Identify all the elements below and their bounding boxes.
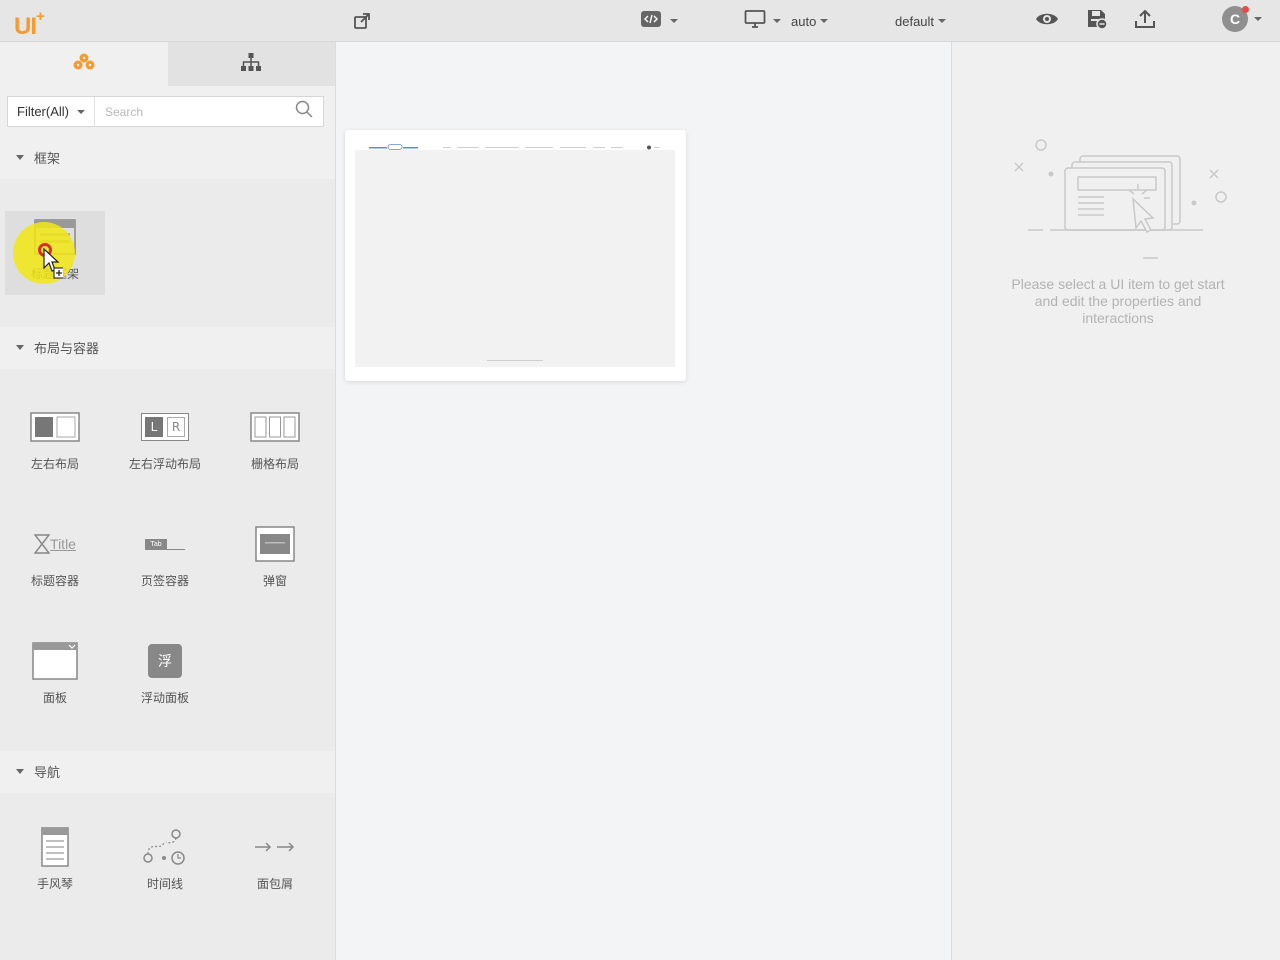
device-label: auto: [791, 13, 817, 29]
properties-panel: Please select a UI item to get start and…: [951, 42, 1280, 960]
top-toolbar: UI+ auto default C: [0, 0, 1280, 42]
monitor-icon: [744, 9, 766, 34]
save-button[interactable]: [1086, 8, 1108, 35]
export-icon: [1134, 8, 1156, 35]
component-label: 浮动面板: [140, 691, 189, 705]
components-icon: [71, 52, 97, 77]
accordion-icon: [41, 827, 69, 867]
panel-icon: [32, 642, 78, 680]
component-panel: Filter(All) 框架 标题框架 布局与容器: [0, 42, 336, 960]
component-label: 左右浮动布局: [128, 457, 201, 471]
save-icon: [1086, 8, 1108, 35]
sitemap-icon: [240, 52, 262, 77]
component-accordion[interactable]: 手风琴: [0, 827, 110, 892]
component-left-right-layout[interactable]: 左右布局: [0, 409, 110, 472]
collapse-caret-icon: [16, 154, 24, 160]
filter-label: Filter(All): [17, 104, 69, 119]
component-tab-container[interactable]: Tab 页签容器: [110, 526, 220, 589]
component-label: 页签容器: [140, 574, 189, 588]
select-item-illustration: [1008, 134, 1234, 269]
section-title: 布局与容器: [34, 340, 100, 356]
search-input[interactable]: [105, 104, 295, 119]
design-canvas[interactable]: [337, 42, 951, 960]
left-right-layout-icon: [30, 409, 80, 445]
search-icon[interactable]: [295, 100, 313, 123]
section-header-layout[interactable]: 布局与容器: [0, 330, 335, 364]
notification-dot: [1242, 6, 1249, 13]
empty-selection-message: Please select a UI item to get start and…: [1011, 276, 1225, 326]
component-label: 时间线: [146, 877, 183, 891]
tab-structure[interactable]: [167, 42, 335, 86]
theme-dropdown[interactable]: default: [895, 10, 947, 32]
component-grid-layout[interactable]: 栅格布局: [220, 409, 330, 472]
external-link-icon[interactable]: [352, 10, 372, 32]
eye-icon: [1034, 9, 1060, 34]
mouse-pointer-icon: [43, 247, 65, 285]
section-body-layout: 左右布局 L R 左右浮动布局 栅格布局 Title 标题容器 Tab 页签容器…: [0, 369, 335, 751]
component-title-container[interactable]: Title 标题容器: [0, 526, 110, 589]
breadcrumb-icon: [253, 829, 297, 865]
page-thumbnail[interactable]: [345, 130, 686, 381]
component-label: 面包屑: [256, 877, 293, 891]
code-view-dropdown[interactable]: [640, 10, 678, 32]
thumbnail-content: [355, 150, 675, 367]
component-float-panel[interactable]: 浮 浮动面板: [110, 643, 220, 706]
theme-label: default: [895, 13, 935, 29]
dialog-icon: [255, 526, 295, 562]
chevron-down-icon: [820, 19, 829, 23]
filter-dropdown[interactable]: Filter(All): [8, 97, 95, 126]
chevron-down-icon: [77, 109, 85, 114]
filter-search-row: Filter(All): [7, 96, 324, 127]
title-container-icon: Title: [34, 526, 76, 562]
component-panel[interactable]: 面板: [0, 642, 110, 706]
tab-components[interactable]: [0, 42, 168, 86]
app-logo[interactable]: UI+: [14, 7, 45, 41]
avatar: C: [1222, 6, 1249, 32]
chevron-down-icon: [773, 19, 781, 23]
component-label: 弹窗: [262, 574, 287, 588]
collapse-caret-icon: [16, 768, 24, 774]
preview-button[interactable]: [1034, 10, 1060, 32]
thumbnail-nav-bar: [355, 140, 675, 150]
component-label: 左右布局: [30, 457, 79, 471]
export-button[interactable]: [1134, 8, 1156, 35]
chevron-down-icon: [938, 19, 947, 23]
section-header-frame[interactable]: 框架: [0, 140, 335, 174]
component-breadcrumb[interactable]: 面包屑: [220, 829, 330, 892]
float-panel-icon: 浮: [148, 643, 182, 679]
section-title: 框架: [34, 150, 61, 166]
code-icon: [640, 9, 662, 34]
collapse-caret-icon: [16, 344, 24, 350]
section-body-navigation: 手风琴 时间线 面包屑: [0, 793, 335, 960]
panel-tabs: [0, 42, 335, 86]
chevron-down-icon: [670, 19, 678, 23]
tab-container-icon: Tab: [145, 526, 185, 562]
chevron-down-icon: [1254, 17, 1262, 21]
device-dropdown[interactable]: auto: [744, 9, 829, 34]
thumbnail-footer: [487, 360, 543, 361]
component-label: 面板: [42, 691, 67, 705]
component-label: 栅格布局: [250, 457, 299, 471]
component-float-layout[interactable]: L R 左右浮动布局: [110, 409, 220, 472]
section-title: 导航: [34, 764, 61, 780]
grid-layout-icon: [250, 409, 300, 445]
component-label: 标题容器: [30, 574, 79, 588]
section-header-navigation[interactable]: 导航: [0, 754, 335, 788]
component-timeline[interactable]: 时间线: [110, 829, 220, 892]
component-dialog[interactable]: 弹窗: [220, 526, 330, 589]
timeline-icon: [142, 829, 188, 865]
user-menu[interactable]: C: [1222, 6, 1262, 32]
search-box: [95, 97, 323, 126]
component-label: 手风琴: [36, 877, 73, 891]
float-layout-icon: L R: [141, 409, 189, 445]
thumbnail-notch: [345, 248, 351, 260]
